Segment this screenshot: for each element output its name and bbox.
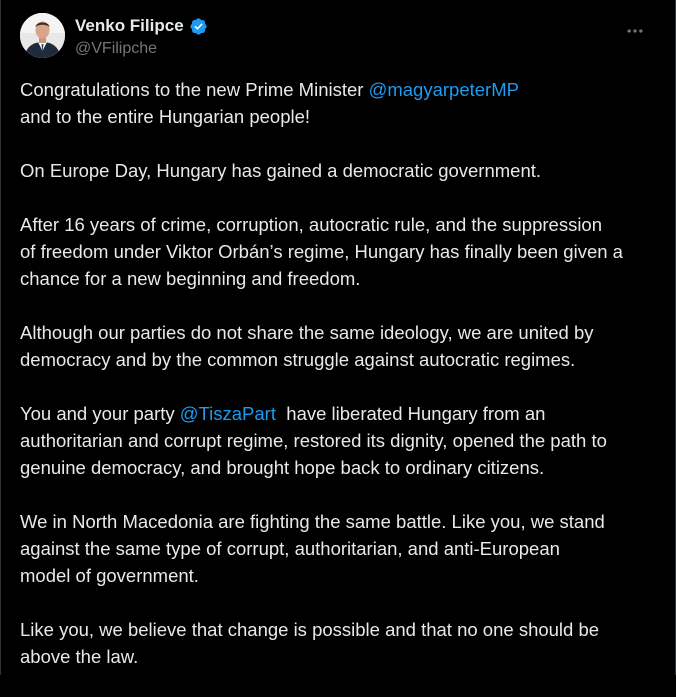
author-handle[interactable]: @VFilipche — [75, 40, 208, 58]
author-names: Venko Filipce @VFilipche — [75, 15, 208, 58]
text-line: model of government. — [20, 565, 199, 586]
post-text: Congratulations to the new Prime Ministe… — [20, 76, 665, 697]
post-header: Venko Filipce @VFilipche — [20, 13, 659, 61]
text-segment: Congratulations to the new Prime Ministe… — [20, 79, 369, 100]
text-line: and to the entire Hungarian people! — [20, 106, 311, 127]
text-segment: have liberated Hungary from an — [276, 403, 546, 424]
post-card: Venko Filipce @VFilipche Congratulations… — [0, 0, 676, 675]
text-line: Like you, we believe that change is poss… — [20, 619, 600, 640]
mention-link[interactable]: @magyarpeterMP — [369, 79, 519, 100]
verified-badge-icon[interactable] — [189, 17, 208, 36]
text-line: authoritarian and corrupt regime, restor… — [20, 430, 607, 451]
paragraph-north-macedonia: We in North Macedonia are fighting the s… — [20, 508, 665, 589]
text-line: We in North Macedonia are fighting the s… — [20, 511, 605, 532]
paragraph-change-possible: Like you, we believe that change is poss… — [20, 616, 665, 670]
text-segment: You and your party — [20, 403, 180, 424]
text-line: democracy and by the common struggle aga… — [20, 349, 576, 370]
more-options-button[interactable] — [623, 19, 647, 43]
paragraph-sixteen-years: After 16 years of crime, corruption, aut… — [20, 211, 665, 292]
paragraph-ideology: Although our parties do not share the sa… — [20, 319, 665, 373]
more-horizontal-icon — [627, 29, 643, 33]
text-line: Although our parties do not share the sa… — [20, 322, 594, 343]
author-display-name[interactable]: Venko Filipce — [75, 16, 184, 36]
text-line: against the same type of corrupt, author… — [20, 538, 560, 559]
text-line: of freedom under Viktor Orbán’s regime, … — [20, 241, 623, 262]
text-line: After 16 years of crime, corruption, aut… — [20, 214, 603, 235]
paragraph-liberated: You and your party @TiszaPart have liber… — [20, 400, 665, 481]
profile-photo-icon — [20, 13, 65, 58]
paragraph-europe-day: On Europe Day, Hungary has gained a demo… — [20, 160, 542, 181]
paragraph-congratulations: Congratulations to the new Prime Ministe… — [20, 76, 665, 130]
text-line: genuine democracy, and brought hope back… — [20, 457, 545, 478]
mention-link[interactable]: @TiszaPart — [180, 403, 276, 424]
text-line: above the law. — [20, 646, 139, 667]
text-line: chance for a new beginning and freedom. — [20, 268, 361, 289]
avatar[interactable] — [20, 13, 65, 58]
